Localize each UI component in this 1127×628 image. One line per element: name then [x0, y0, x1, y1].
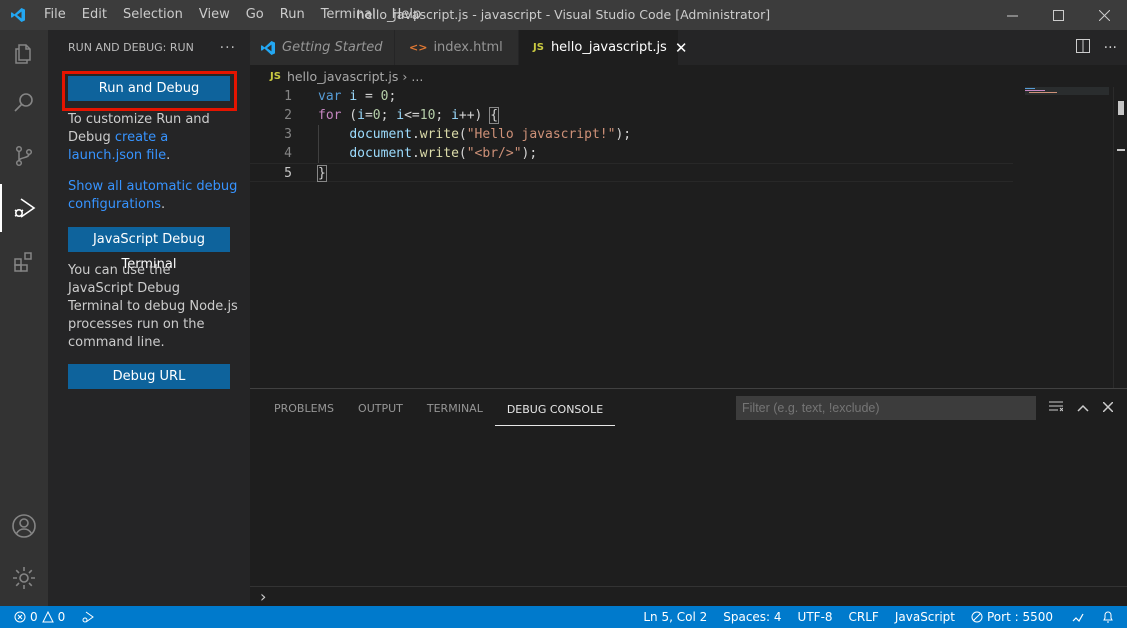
encoding[interactable]: UTF-8 — [790, 606, 841, 628]
close-window-button[interactable] — [1081, 0, 1127, 30]
account-icon[interactable] — [0, 502, 48, 550]
editor-more-actions-icon[interactable]: ··· — [1104, 40, 1117, 56]
tab-label: hello_javascript.js — [550, 40, 667, 55]
highlight-box — [62, 71, 237, 111]
menu-view[interactable]: View — [191, 0, 238, 30]
panel-tab-debug-console[interactable]: DEBUG CONSOLE — [494, 390, 616, 426]
debug-url-button[interactable]: Debug URL — [68, 364, 230, 389]
panel-tab-problems[interactable]: PROBLEMS — [262, 389, 346, 427]
filter-input[interactable] — [736, 396, 1036, 420]
error-icon — [14, 611, 26, 623]
vscode-tab-icon — [261, 40, 275, 55]
code-line-5: } — [317, 165, 327, 182]
menu-selection[interactable]: Selection — [115, 0, 191, 30]
line-number: 5 — [284, 166, 292, 181]
search-icon[interactable] — [0, 78, 48, 126]
code-line-2: for (i=0; i<=10; i++) { — [318, 107, 500, 124]
more-actions-icon[interactable]: ··· — [220, 40, 236, 56]
sidebar-title: RUN AND DEBUG: RUN — [68, 41, 194, 54]
console-input[interactable]: › — [250, 586, 1127, 606]
js-terminal-description: You can use the JavaScript Debug Termina… — [68, 263, 238, 350]
close-panel-icon[interactable] — [1102, 400, 1114, 416]
tab-getting-started[interactable]: Getting Started — [250, 30, 395, 65]
line-number: 2 — [284, 108, 292, 123]
settings-gear-icon[interactable] — [0, 554, 48, 602]
title-bar: File Edit Selection View Go Run Terminal… — [0, 0, 1127, 30]
html-file-icon: <> — [409, 41, 428, 54]
menu-help[interactable]: Help — [384, 0, 430, 30]
maximize-panel-icon[interactable] — [1077, 401, 1089, 416]
show-automatic-configs-link[interactable]: Show all automatic debug configurations — [68, 179, 237, 212]
activity-bar — [0, 30, 48, 606]
menu-terminal[interactable]: Terminal — [313, 0, 384, 30]
menu-go[interactable]: Go — [238, 0, 272, 30]
customize-text: To customize Run and Debug create a laun… — [68, 111, 238, 165]
customize-period: . — [166, 148, 171, 163]
console-prompt-icon: › — [260, 587, 267, 606]
explorer-icon[interactable] — [0, 30, 48, 78]
menu-file[interactable]: File — [36, 0, 74, 30]
tab-label: index.html — [433, 40, 503, 55]
live-server-port[interactable]: Port : 5500 — [963, 606, 1061, 628]
port-label: Port : 5500 — [987, 610, 1053, 624]
tab-hello-javascript[interactable]: JS hello_javascript.js ✕ — [519, 30, 687, 65]
breadcrumb-separator: › — [402, 68, 408, 84]
warning-icon — [41, 611, 54, 623]
problems-status[interactable]: 0 0 — [0, 606, 73, 628]
show-configs-text: Show all automatic debug configurations. — [68, 178, 238, 214]
sidebar-header: RUN AND DEBUG: RUN ··· — [48, 30, 250, 65]
line-number: 3 — [284, 127, 292, 142]
split-editor-icon[interactable] — [1075, 38, 1090, 57]
line-ending[interactable]: CRLF — [841, 606, 887, 628]
minimize-button[interactable] — [989, 0, 1035, 30]
indent-guide — [318, 125, 319, 163]
menu-edit[interactable]: Edit — [74, 0, 115, 30]
cursor-position[interactable]: Ln 5, Col 2 — [635, 606, 715, 628]
run-debug-sidebar: RUN AND DEBUG: RUN ··· Run and Debug To … — [48, 30, 250, 606]
language-mode[interactable]: JavaScript — [887, 606, 963, 628]
breadcrumb-symbol[interactable]: ... — [411, 69, 423, 84]
feedback-icon[interactable] — [1061, 610, 1095, 624]
clear-console-icon[interactable] — [1049, 400, 1064, 416]
minimap[interactable] — [1021, 87, 1113, 388]
tab-label: Getting Started — [282, 40, 383, 55]
debug-status-icon[interactable] — [73, 610, 103, 624]
show-configs-period: . — [161, 197, 166, 212]
extensions-icon[interactable] — [0, 238, 48, 286]
js-file-icon: JS — [533, 42, 544, 53]
indentation[interactable]: Spaces: 4 — [715, 606, 789, 628]
breadcrumb: JS hello_javascript.js › ... — [250, 65, 1127, 87]
code-line-4: document.write("<br/>"); — [349, 146, 538, 161]
code-line-1: var i = 0; — [318, 89, 397, 104]
warning-count: 0 — [57, 610, 66, 624]
editor-tabs: Getting Started <> index.html JS hello_j… — [250, 30, 1127, 65]
status-bar: 0 0 Ln 5, Col 2 Spaces: 4 UTF-8 CRLF Jav… — [0, 606, 1127, 628]
panel-tab-output[interactable]: OUTPUT — [346, 389, 415, 427]
tab-index-html[interactable]: <> index.html — [395, 30, 519, 65]
source-control-icon[interactable] — [0, 132, 48, 180]
close-tab-icon[interactable]: ✕ — [675, 39, 688, 57]
maximize-button[interactable] — [1035, 0, 1081, 30]
port-icon — [971, 611, 983, 623]
error-count: 0 — [30, 610, 38, 624]
menu-run[interactable]: Run — [272, 0, 313, 30]
run-debug-icon[interactable] — [0, 184, 48, 232]
breadcrumb-file[interactable]: hello_javascript.js — [287, 69, 398, 84]
js-file-icon: JS — [270, 70, 281, 82]
js-debug-terminal-button[interactable]: JavaScript Debug Terminal — [68, 227, 230, 272]
menu-bar: File Edit Selection View Go Run Terminal… — [36, 0, 429, 30]
code-editor[interactable]: 1 var i = 0; 2 for (i=0; i<=10; i++) { 3 d… — [250, 87, 1127, 388]
editor-scrollbar[interactable] — [1113, 87, 1127, 388]
panel-tab-terminal[interactable]: TERMINAL — [415, 389, 495, 427]
notifications-bell-icon[interactable] — [1095, 610, 1127, 624]
vscode-logo-icon — [0, 0, 36, 30]
line-number: 4 — [284, 146, 292, 161]
bottom-panel: PROBLEMS OUTPUT TERMINAL DEBUG CONSOLE › — [250, 388, 1127, 606]
code-line-3: document.write("Hello javascript!"); — [349, 127, 632, 142]
line-number: 1 — [284, 89, 292, 104]
